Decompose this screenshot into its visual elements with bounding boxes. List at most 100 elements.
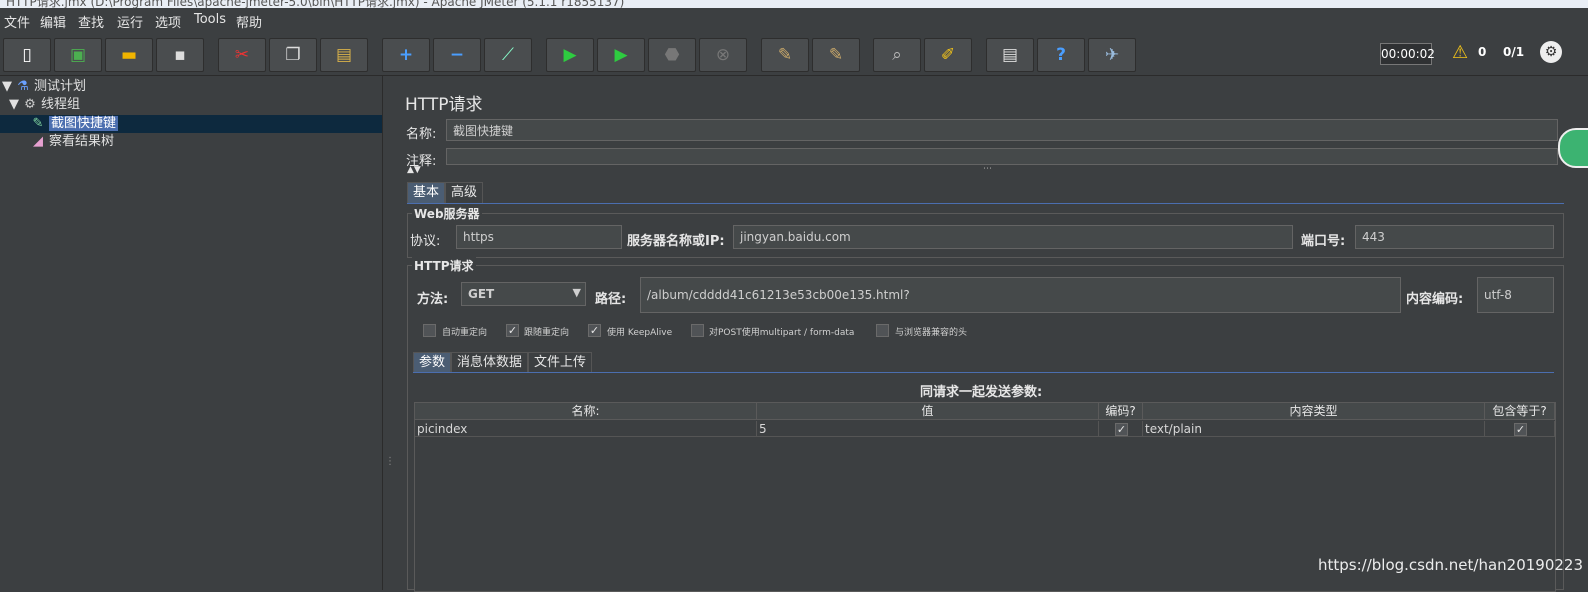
tab-body-data[interactable]: 消息体数据 [451,352,529,373]
clear-button[interactable]: ✎ [761,38,809,72]
follow-redirect-checkbox[interactable]: ✓ [506,324,519,337]
start-no-pause-button[interactable]: ▶ [597,38,645,72]
menu-run[interactable]: 运行 [117,12,143,31]
tab-advanced[interactable]: 高级 [445,182,484,203]
gear-icon: ⚙ [24,97,36,112]
collapse-button[interactable]: − [433,38,481,72]
sub-tab-underline [413,372,1554,373]
remote-globe-icon[interactable]: ⚙ [1540,41,1562,63]
tab-basic[interactable]: 基本 [407,182,446,203]
watermark: https://blog.csdn.net/han20190223 [1318,556,1584,574]
function-helper-button[interactable]: ▤ [986,38,1034,72]
search-icon: ⌕ [892,45,902,65]
menu-edit[interactable]: 编辑 [40,12,66,31]
divider-grip-icon[interactable]: ⋯ [983,164,992,174]
start-button[interactable]: ▶ [546,38,594,72]
toggle-button[interactable]: ⟋ [484,38,532,72]
paste-icon: ▤ [335,45,353,65]
expand-button[interactable]: + [382,38,430,72]
browser-headers-label: 与浏览器兼容的头 [895,328,968,338]
auto-redirect-checkbox[interactable] [423,324,436,337]
collapse-icon: − [449,45,465,65]
copy-button[interactable]: ❐ [269,38,317,72]
method-select[interactable]: GET ▼ [461,282,586,306]
warning-icon[interactable]: ⚠ [1452,42,1468,63]
stop-icon: ⬣ [664,45,680,65]
reset-search-icon: ✐ [940,45,956,65]
name-field[interactable]: 截图快捷键 [446,119,1558,141]
menu-tools[interactable]: Tools [194,12,226,27]
shutdown-button[interactable]: ⊗ [699,38,747,72]
col-header-content-type[interactable]: 内容类型 [1143,403,1485,420]
floating-badge[interactable] [1558,128,1588,168]
save-button[interactable]: ▪ [156,38,204,72]
method-value: GET [468,287,495,301]
remote-button[interactable]: ✈ [1088,38,1136,72]
tree-item-label: 线程组 [41,97,81,112]
panel-splitter[interactable]: ⋮ [383,76,395,590]
http-request-panel: HTTP请求 名称: 截图快捷键 注释: ▲▼ ⋯ 基本 高级 Web服务器 协… [393,76,1588,592]
cut-icon: ✂ [234,45,250,65]
pipette-icon: ✎ [32,116,44,131]
test-plan-tree: ▼ ⚗ 测试计划 ▼ ⚙ 线程组 ✎ 截图快捷键 ◢ 察看结果树 [0,76,383,590]
menu-options[interactable]: 选项 [155,12,181,31]
menu-file[interactable]: 文件 [4,12,30,31]
clear-all-icon: ✎ [828,45,844,65]
browser-headers-checkbox[interactable] [876,324,889,337]
expand-icon: + [398,45,414,65]
include-equals-checkbox[interactable]: ✓ [1514,423,1527,436]
tree-item-label: 截图快捷键 [49,116,119,131]
path-field[interactable]: /album/cdddd41c61213e53cb00e135.html? [640,277,1401,313]
open-icon: ▬ [120,45,138,65]
menu-search[interactable]: 查找 [78,12,104,31]
open-button[interactable]: ▬ [105,38,153,72]
tab-underline [407,203,1564,204]
encode-checkbox[interactable]: ✓ [1115,423,1128,436]
col-header-value[interactable]: 值 [757,403,1099,420]
table-cell-include-equals[interactable]: ✓ [1485,421,1555,437]
templates-button[interactable]: ▣ [54,38,102,72]
tab-file-upload[interactable]: 文件上传 [528,352,593,373]
protocol-field[interactable]: https [456,225,622,249]
table-cell-content-type[interactable]: text/plain [1143,421,1485,437]
server-label: 服务器名称或IP: [627,234,725,249]
encoding-field[interactable]: utf-8 [1477,277,1554,313]
col-header-name[interactable]: 名称: [415,403,757,420]
expand-arrow-icon[interactable]: ▼ [2,78,12,96]
save-icon: ▪ [174,45,186,65]
cut-button[interactable]: ✂ [218,38,266,72]
paste-button[interactable]: ▤ [320,38,368,72]
expand-arrow-icon[interactable]: ▼ [9,96,19,114]
tree-item-test-plan[interactable]: ▼ ⚗ 测试计划 [2,78,86,96]
menu-help[interactable]: 帮助 [236,12,262,31]
table-cell-name[interactable]: picindex [415,421,757,437]
reset-search-button[interactable]: ✐ [924,38,972,72]
table-cell-encode[interactable]: ✓ [1099,421,1143,437]
new-button[interactable]: ▯ [3,38,51,72]
copy-icon: ❐ [285,45,301,65]
help-button[interactable]: ? [1037,38,1085,72]
table-cell-value[interactable]: 5 [757,421,1099,437]
follow-redirect-label: 跟随重定向 [524,328,570,338]
tab-parameters[interactable]: 参数 [413,352,452,373]
col-header-encode[interactable]: 编码? [1099,403,1143,420]
clear-icon: ✎ [777,45,793,65]
clear-all-button[interactable]: ✎ [812,38,860,72]
tree-item-thread-group[interactable]: ▼ ⚙ 线程组 [9,96,80,114]
port-field[interactable]: 443 [1355,225,1554,249]
tree-item-http-request[interactable]: ✎ 截图快捷键 [30,115,119,133]
server-field[interactable]: jingyan.baidu.com [733,225,1293,249]
window-title-bar: HTTP请求.jmx (D:\Program Files\apache-jmet… [0,0,1588,8]
col-header-include-equals[interactable]: 包含等于? [1485,403,1555,420]
comment-field[interactable] [446,148,1558,165]
multipart-checkbox[interactable] [691,324,704,337]
collapse-toggle-icon[interactable]: ▲▼ [407,165,421,175]
toggle-icon: ⟋ [502,45,514,65]
shutdown-icon: ⊗ [715,45,731,65]
search-button[interactable]: ⌕ [873,38,921,72]
chevron-down-icon[interactable]: ▼ [573,286,581,299]
stop-button[interactable]: ⬣ [648,38,696,72]
function-helper-icon: ▤ [1001,45,1019,65]
keepalive-checkbox[interactable]: ✓ [588,324,601,337]
tree-item-results-tree[interactable]: ◢ 察看结果树 [30,133,114,151]
